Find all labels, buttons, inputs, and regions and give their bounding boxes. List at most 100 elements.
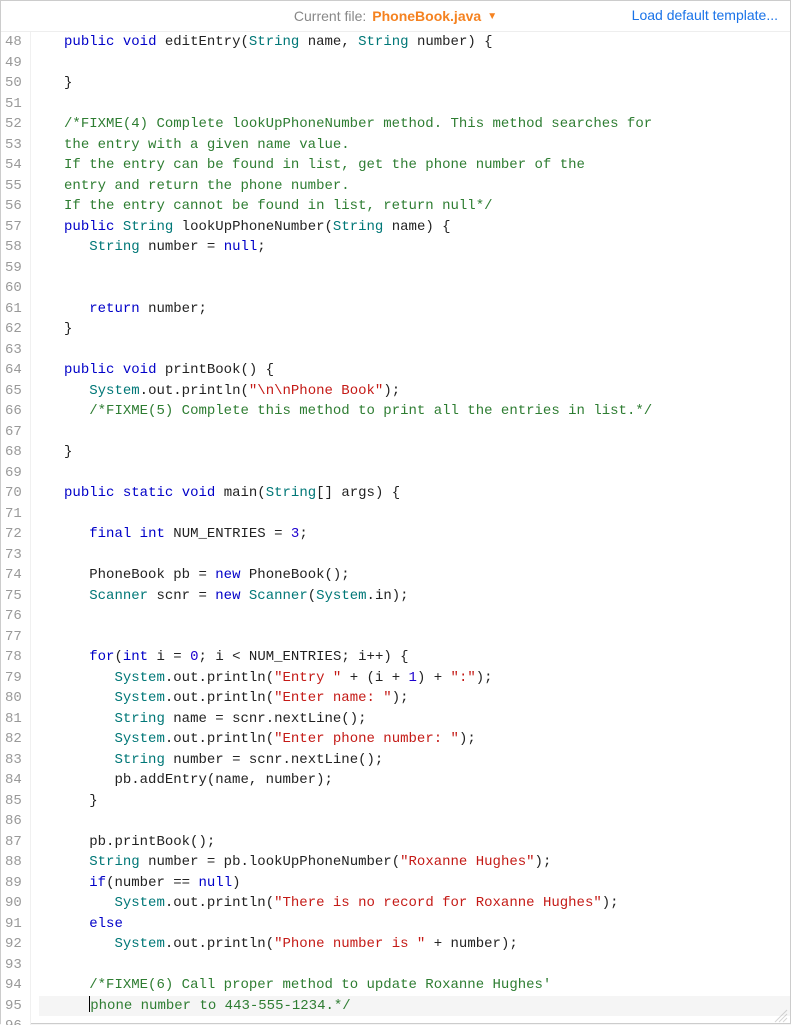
line-number: 56 xyxy=(5,196,22,217)
line-number: 68 xyxy=(5,442,22,463)
code-line[interactable]: for(int i = 0; i < NUM_ENTRIES; i++) { xyxy=(39,647,790,668)
line-number: 82 xyxy=(5,729,22,750)
code-line[interactable]: String number = scnr.nextLine(); xyxy=(39,750,790,771)
load-default-template-link[interactable]: Load default template... xyxy=(632,7,778,23)
code-line[interactable]: the entry with a given name value. xyxy=(39,135,790,156)
line-number: 60 xyxy=(5,278,22,299)
code-line[interactable]: } xyxy=(39,319,790,340)
code-line[interactable]: public void printBook() { xyxy=(39,360,790,381)
line-number: 84 xyxy=(5,770,22,791)
line-number: 62 xyxy=(5,319,22,340)
code-line[interactable] xyxy=(39,627,790,648)
code-line[interactable]: String number = pb.lookUpPhoneNumber("Ro… xyxy=(39,852,790,873)
line-number: 67 xyxy=(5,422,22,443)
code-line[interactable]: System.out.println("Entry " + (i + 1) + … xyxy=(39,668,790,689)
line-number: 80 xyxy=(5,688,22,709)
code-line[interactable] xyxy=(39,340,790,361)
code-line[interactable]: else xyxy=(39,914,790,935)
code-line[interactable] xyxy=(39,258,790,279)
line-number: 90 xyxy=(5,893,22,914)
line-number: 49 xyxy=(5,53,22,74)
current-file-indicator[interactable]: Current file: PhoneBook.java ▼ xyxy=(294,8,497,24)
code-line[interactable]: pb.printBook(); xyxy=(39,832,790,853)
code-line[interactable]: return number; xyxy=(39,299,790,320)
line-number: 86 xyxy=(5,811,22,832)
line-number: 64 xyxy=(5,360,22,381)
line-number: 70 xyxy=(5,483,22,504)
line-number: 74 xyxy=(5,565,22,586)
line-number: 75 xyxy=(5,586,22,607)
code-line[interactable]: String number = null; xyxy=(39,237,790,258)
line-number: 48 xyxy=(5,32,22,53)
code-line[interactable]: final int NUM_ENTRIES = 3; xyxy=(39,524,790,545)
line-number: 51 xyxy=(5,94,22,115)
code-line[interactable]: System.out.println("Enter name: "); xyxy=(39,688,790,709)
code-line[interactable]: String name = scnr.nextLine(); xyxy=(39,709,790,730)
code-line[interactable] xyxy=(39,463,790,484)
code-line[interactable]: pb.addEntry(name, number); xyxy=(39,770,790,791)
code-line[interactable]: Scanner scnr = new Scanner(System.in); xyxy=(39,586,790,607)
line-number: 65 xyxy=(5,381,22,402)
line-number: 91 xyxy=(5,914,22,935)
code-line[interactable]: } xyxy=(39,73,790,94)
line-number: 76 xyxy=(5,606,22,627)
code-line[interactable] xyxy=(39,811,790,832)
line-number: 66 xyxy=(5,401,22,422)
code-line[interactable]: /*FIXME(6) Call proper method to update … xyxy=(39,975,790,996)
line-number: 50 xyxy=(5,73,22,94)
line-number: 83 xyxy=(5,750,22,771)
code-line[interactable]: } xyxy=(39,791,790,812)
line-number: 58 xyxy=(5,237,22,258)
line-number: 57 xyxy=(5,217,22,238)
resize-handle-icon[interactable] xyxy=(774,1009,788,1023)
line-number: 52 xyxy=(5,114,22,135)
line-number: 77 xyxy=(5,627,22,648)
code-line[interactable]: entry and return the phone number. xyxy=(39,176,790,197)
current-file-label: Current file: xyxy=(294,8,366,24)
code-line[interactable]: PhoneBook pb = new PhoneBook(); xyxy=(39,565,790,586)
code-line[interactable] xyxy=(39,606,790,627)
line-number: 73 xyxy=(5,545,22,566)
current-file-name: PhoneBook.java xyxy=(372,8,481,24)
code-line[interactable]: public static void main(String[] args) { xyxy=(39,483,790,504)
code-line[interactable] xyxy=(39,955,790,976)
code-editor[interactable]: 4849505152535455565758596061626364656667… xyxy=(1,31,790,1025)
line-number: 87 xyxy=(5,832,22,853)
line-number: 72 xyxy=(5,524,22,545)
code-line[interactable] xyxy=(39,545,790,566)
line-number: 54 xyxy=(5,155,22,176)
code-line[interactable] xyxy=(39,94,790,115)
code-line[interactable]: phone number to 443-555-1234.*/ xyxy=(39,996,790,1017)
editor-window: Current file: PhoneBook.java ▼ Load defa… xyxy=(0,0,791,1024)
line-number: 61 xyxy=(5,299,22,320)
code-line[interactable]: If the entry cannot be found in list, re… xyxy=(39,196,790,217)
line-number: 71 xyxy=(5,504,22,525)
code-line[interactable] xyxy=(39,422,790,443)
line-number: 63 xyxy=(5,340,22,361)
code-line[interactable]: public void editEntry(String name, Strin… xyxy=(39,32,790,53)
line-number: 79 xyxy=(5,668,22,689)
code-line[interactable] xyxy=(39,278,790,299)
line-number: 69 xyxy=(5,463,22,484)
line-number: 95 xyxy=(5,996,22,1017)
line-number: 88 xyxy=(5,852,22,873)
code-line[interactable] xyxy=(39,53,790,74)
line-number: 89 xyxy=(5,873,22,894)
code-line[interactable]: System.out.println("\n\nPhone Book"); xyxy=(39,381,790,402)
line-number: 53 xyxy=(5,135,22,156)
code-area[interactable]: public void editEntry(String name, Strin… xyxy=(31,32,790,1025)
code-line[interactable]: public String lookUpPhoneNumber(String n… xyxy=(39,217,790,238)
line-number: 78 xyxy=(5,647,22,668)
code-line[interactable]: if(number == null) xyxy=(39,873,790,894)
code-line[interactable]: /*FIXME(4) Complete lookUpPhoneNumber me… xyxy=(39,114,790,135)
code-line[interactable]: System.out.println("Phone number is " + … xyxy=(39,934,790,955)
editor-header: Current file: PhoneBook.java ▼ Load defa… xyxy=(1,1,790,31)
code-line[interactable]: System.out.println("Enter phone number: … xyxy=(39,729,790,750)
code-line[interactable]: } xyxy=(39,442,790,463)
code-line[interactable]: /*FIXME(5) Complete this method to print… xyxy=(39,401,790,422)
line-number-gutter: 4849505152535455565758596061626364656667… xyxy=(1,32,31,1025)
code-line[interactable]: If the entry can be found in list, get t… xyxy=(39,155,790,176)
chevron-down-icon: ▼ xyxy=(487,11,497,22)
code-line[interactable]: System.out.println("There is no record f… xyxy=(39,893,790,914)
code-line[interactable] xyxy=(39,504,790,525)
